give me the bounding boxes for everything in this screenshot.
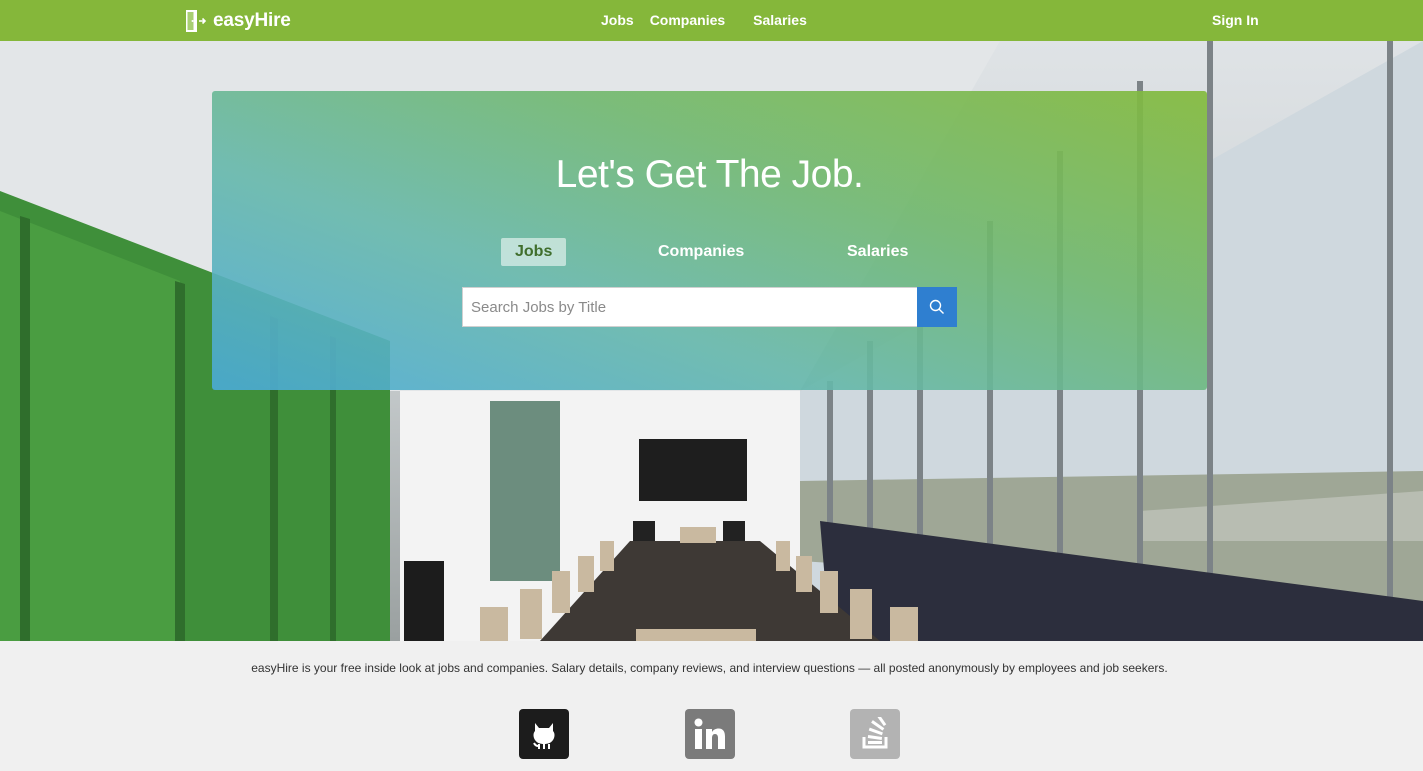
door-logo-icon [186,9,207,32]
brand-link[interactable]: easyHire [185,8,291,33]
search-bar [462,287,957,327]
top-navbar: easyHire Jobs Companies Salaries Sign In [0,0,1423,41]
search-hero-card: Let's Get The Job. Jobs Companies Salari… [212,91,1207,390]
tab-companies[interactable]: Companies [644,238,758,266]
stackoverflow-icon [862,717,888,749]
sign-in-link[interactable]: Sign In [1212,12,1259,28]
footer: easyHire is your free inside look at job… [0,641,1423,771]
linkedin-link[interactable] [685,709,735,759]
search-button[interactable] [917,287,957,327]
search-category-tabs: Jobs Companies Salaries [212,238,1207,266]
stackoverflow-link[interactable] [850,709,900,759]
github-link[interactable] [519,709,569,759]
nav-companies-link[interactable]: Companies [650,12,725,28]
hero-section: Let's Get The Job. Jobs Companies Salari… [0,41,1423,641]
nav-jobs-link[interactable]: Jobs [601,12,634,28]
github-icon [533,723,555,749]
main-nav: Jobs Companies Salaries [601,12,807,28]
hero-headline: Let's Get The Job. [555,153,864,196]
linkedin-icon [694,718,725,749]
tab-salaries[interactable]: Salaries [833,238,922,266]
brand-name: easyHire [213,9,291,31]
nav-salaries-link[interactable]: Salaries [753,12,807,28]
search-icon [929,299,944,314]
footer-tagline: easyHire is your free inside look at job… [251,661,1168,675]
search-input[interactable] [462,287,917,327]
tab-jobs[interactable]: Jobs [501,238,567,266]
